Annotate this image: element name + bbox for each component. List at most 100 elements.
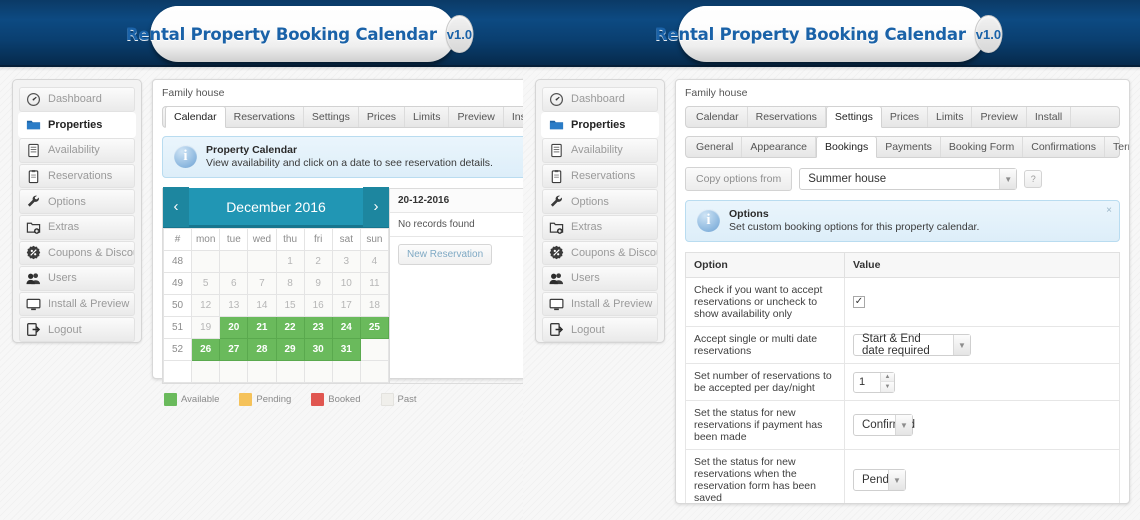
calendar-weekday-header: fri: [303, 228, 333, 251]
copy-source-value: Summer house: [808, 173, 887, 185]
calendar-day-cell: [247, 360, 277, 383]
tab-calendar-2[interactable]: Calendar: [688, 107, 748, 127]
calendar-day-cell[interactable]: 9: [303, 272, 333, 295]
copy-source-select[interactable]: Summer house ▼: [799, 168, 1018, 190]
calendar-day-cell[interactable]: 15: [275, 294, 305, 317]
sidebar-item-options-2[interactable]: Options: [542, 189, 658, 214]
calendar-day-cell[interactable]: 7: [247, 272, 277, 295]
calendar-day-cell[interactable]: 10: [331, 272, 361, 295]
spinner-down-icon[interactable]: ▼: [880, 382, 894, 392]
tab-preview[interactable]: Preview: [449, 107, 504, 127]
calendar-day-cell[interactable]: 23: [303, 316, 333, 339]
sidebar-item-logout[interactable]: Logout: [19, 317, 135, 342]
calendar-day-cell[interactable]: 12: [191, 294, 221, 317]
calendar-day-cell[interactable]: 26: [191, 338, 221, 361]
users-icon: [549, 271, 564, 286]
calendar-day-cell[interactable]: 13: [219, 294, 249, 317]
sidebar-item-reservations-2[interactable]: Reservations: [542, 163, 658, 189]
sidebar-item-coupons-discounts-2[interactable]: Coupons & Discounts: [542, 240, 658, 266]
tab-limits[interactable]: Limits: [405, 107, 450, 127]
calendar-day-cell[interactable]: 11: [359, 272, 390, 295]
sidebar-item-install-preview[interactable]: Install & Preview: [19, 291, 135, 317]
sidebar-item-coupons-discounts[interactable]: Coupons & Discounts: [19, 240, 135, 266]
sidebar-item-users-2[interactable]: Users: [542, 266, 658, 291]
sidebar-item-properties[interactable]: Properties: [19, 112, 135, 138]
calendar-prev-button[interactable]: ‹: [163, 186, 189, 227]
calendar-day-cell[interactable]: 20: [219, 316, 249, 339]
sidebar-item-options[interactable]: Options: [19, 189, 135, 214]
detail-selected-date: 20-12-2016: [390, 189, 523, 213]
calendar-day-cell[interactable]: 14: [247, 294, 277, 317]
calendar-day-cell[interactable]: 24: [331, 316, 361, 339]
tab-reservations[interactable]: Reservations: [226, 107, 304, 127]
tab-install-2[interactable]: Install: [1027, 107, 1072, 127]
tab-booking-form-sub[interactable]: Booking Form: [941, 137, 1024, 157]
calendar-day-cell[interactable]: 27: [219, 338, 249, 361]
tab-preview-2[interactable]: Preview: [972, 107, 1027, 127]
calendar-day-cell[interactable]: 5: [191, 272, 221, 295]
dropdown-select[interactable]: Confirmed ▼: [853, 414, 915, 436]
calendar-day-cell[interactable]: 22: [275, 316, 305, 339]
calendar-day-cell[interactable]: 3: [331, 250, 361, 273]
calendar-day-cell[interactable]: 1: [275, 250, 305, 273]
sidebar-item-label: Install & Preview: [571, 298, 653, 311]
sidebar-item-dashboard-2[interactable]: Dashboard: [542, 87, 658, 112]
calendar-day-cell[interactable]: 21: [247, 316, 277, 339]
option-value-cell: ✓: [844, 277, 1120, 327]
tab-install[interactable]: Install: [504, 107, 523, 127]
calendar-area: ‹ December 2016 › # mon tue wed thu fri sat sun…: [162, 186, 523, 384]
tab-payments-sub[interactable]: Payments: [877, 137, 941, 157]
tab-confirmations-sub[interactable]: Confirmations: [1023, 137, 1106, 157]
calendar-day-cell[interactable]: 18: [359, 294, 390, 317]
calendar-next-button[interactable]: ›: [363, 186, 389, 227]
tab-reservations-2[interactable]: Reservations: [748, 107, 826, 127]
calendar-day-cell[interactable]: 25: [359, 316, 390, 339]
spinner-up-icon[interactable]: ▲: [880, 372, 894, 382]
copy-options-from-button[interactable]: Copy options from: [685, 167, 793, 191]
calendar-week-row: 50 12 13 14 15 16 17 18: [162, 294, 390, 317]
calendar-day-cell[interactable]: 29: [275, 338, 305, 361]
sidebar-item-users[interactable]: Users: [19, 266, 135, 291]
property-tabs: Calendar Reservations Settings Prices Limits…: [162, 106, 523, 128]
tab-settings[interactable]: Settings: [304, 107, 359, 127]
tab-prices[interactable]: Prices: [359, 107, 406, 127]
tab-bookings-sub[interactable]: Bookings: [816, 136, 878, 158]
calendar-week-row: 48 1 2 3 4: [162, 250, 390, 273]
calendar-day-cell[interactable]: 8: [275, 272, 305, 295]
help-button[interactable]: ?: [1024, 170, 1043, 188]
new-reservation-button[interactable]: New Reservation: [398, 244, 493, 265]
calendar-day-cell[interactable]: 16: [303, 294, 333, 317]
tab-calendar[interactable]: Calendar: [165, 106, 226, 128]
tab-limits-2[interactable]: Limits: [928, 107, 973, 127]
tab-settings-2[interactable]: Settings: [825, 106, 882, 128]
tab-general-sub[interactable]: General: [688, 137, 743, 157]
sidebar-item-extras-2[interactable]: Extras: [542, 214, 658, 240]
dropdown-select[interactable]: Start & End date required ▼: [853, 333, 971, 357]
app-header-bar-2: Rental Property Booking Calendar v1.0: [523, 0, 1140, 67]
sidebar-item-availability-2[interactable]: Availability: [542, 138, 658, 163]
calendar-day-cell[interactable]: 6: [219, 272, 249, 295]
calendar-day-cell[interactable]: 30: [303, 338, 333, 361]
dropdown-select[interactable]: Pending ▼: [853, 469, 906, 491]
notice-description-2: Set custom booking options for this prop…: [729, 221, 980, 233]
sidebar-item-extras[interactable]: Extras: [19, 214, 135, 240]
accept-reservations-checkbox[interactable]: ✓: [853, 296, 865, 308]
sidebar-item-logout-2[interactable]: Logout: [542, 317, 658, 342]
calendar-day-cell[interactable]: 2: [303, 250, 333, 273]
legend-item: Pending: [239, 393, 291, 406]
number-spinner[interactable]: 1 ▲ ▼: [853, 371, 895, 393]
calendar-day-cell[interactable]: 4: [359, 250, 390, 273]
close-icon[interactable]: ×: [1106, 205, 1112, 216]
sidebar-item-properties-2[interactable]: Properties: [542, 112, 658, 138]
calendar-day-cell[interactable]: 28: [247, 338, 277, 361]
sidebar-item-reservations[interactable]: Reservations: [19, 163, 135, 189]
tab-prices-2[interactable]: Prices: [882, 107, 929, 127]
calendar-day-cell[interactable]: 19: [191, 316, 221, 339]
tab-terms-sub[interactable]: Terms: [1105, 137, 1129, 157]
calendar-day-cell[interactable]: 17: [331, 294, 361, 317]
tab-appearance-sub[interactable]: Appearance: [742, 137, 816, 157]
sidebar-item-dashboard[interactable]: Dashboard: [19, 87, 135, 112]
sidebar-item-availability[interactable]: Availability: [19, 138, 135, 163]
sidebar-item-install-preview-2[interactable]: Install & Preview: [542, 291, 658, 317]
calendar-day-cell[interactable]: 31: [331, 338, 361, 361]
